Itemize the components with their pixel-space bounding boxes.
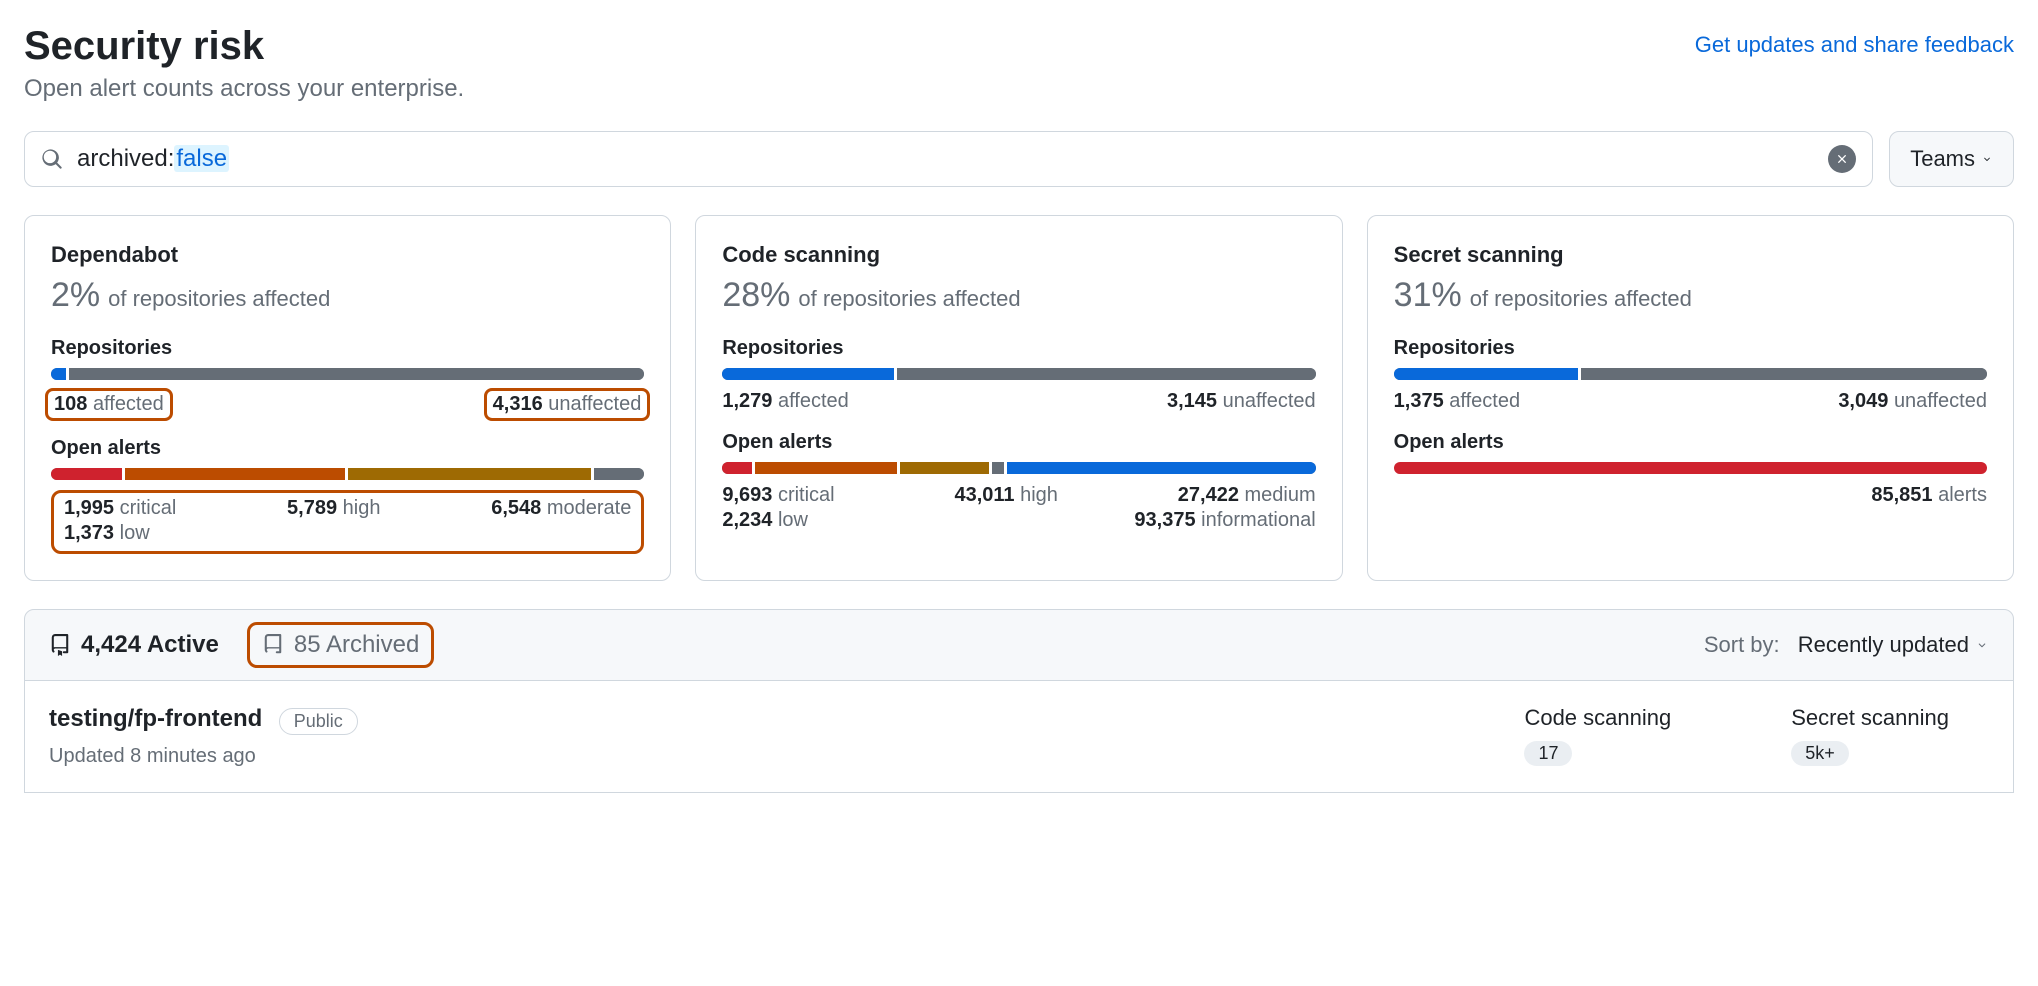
repositories-bar bbox=[1394, 368, 1987, 380]
card-title: Code scanning bbox=[722, 242, 1315, 268]
affected-stat[interactable]: 1,279 affected bbox=[722, 390, 848, 413]
sort-dropdown[interactable]: Sort by: Recently updated bbox=[1704, 632, 1989, 658]
visibility-badge: Public bbox=[279, 708, 358, 735]
critical-stat[interactable]: 9,693 critical bbox=[722, 484, 834, 507]
card-code-scanning: Code scanning 28% of repositories affect… bbox=[695, 215, 1342, 581]
repositories-label: Repositories bbox=[722, 337, 1315, 360]
repo-icon bbox=[49, 634, 71, 656]
feedback-link[interactable]: Get updates and share feedback bbox=[1695, 32, 2014, 58]
card-dependabot: Dependabot 2% of repositories affected R… bbox=[24, 215, 671, 581]
repo-updated: Updated 8 minutes ago bbox=[49, 745, 358, 768]
tab-active[interactable]: 4,424 Active bbox=[49, 631, 219, 659]
high-stat[interactable]: 43,011 high bbox=[954, 484, 1057, 507]
card-title: Secret scanning bbox=[1394, 242, 1987, 268]
open-alerts-label: Open alerts bbox=[51, 437, 644, 460]
alerts-breakdown[interactable]: 1,995 critical 5,789 high 6,548 moderate… bbox=[51, 490, 644, 554]
unaffected-stat[interactable]: 3,049 unaffected bbox=[1838, 390, 1987, 413]
archive-icon bbox=[262, 634, 284, 656]
informational-stat[interactable]: 93,375 informational bbox=[1134, 509, 1315, 532]
repo-list-header: 4,424 Active 85 Archived Sort by: Recent… bbox=[24, 609, 2014, 681]
repositories-bar bbox=[51, 368, 644, 380]
percent-affected: 31% bbox=[1394, 276, 1462, 315]
tab-archived[interactable]: 85 Archived bbox=[262, 631, 419, 659]
caret-down-icon bbox=[1975, 638, 1989, 652]
percent-affected: 2% bbox=[51, 276, 100, 315]
repo-secret-scanning-stat[interactable]: Secret scanning 5k+ bbox=[1791, 705, 1949, 766]
page-subtitle: Open alert counts across your enterprise… bbox=[24, 75, 464, 103]
open-alerts-label: Open alerts bbox=[1394, 431, 1987, 454]
repositories-bar bbox=[722, 368, 1315, 380]
repositories-label: Repositories bbox=[51, 337, 644, 360]
open-alerts-label: Open alerts bbox=[722, 431, 1315, 454]
teams-dropdown[interactable]: Teams bbox=[1889, 131, 2014, 187]
caret-down-icon bbox=[1981, 153, 1993, 165]
percent-affected: 28% bbox=[722, 276, 790, 315]
low-stat[interactable]: 2,234 low bbox=[722, 509, 808, 532]
repo-code-scanning-stat[interactable]: Code scanning 17 bbox=[1524, 705, 1671, 766]
unaffected-stat[interactable]: 4,316 unaffected bbox=[484, 388, 651, 421]
clear-search-button[interactable] bbox=[1828, 145, 1856, 173]
medium-stat[interactable]: 27,422 medium bbox=[1178, 484, 1316, 507]
open-alerts-bar bbox=[51, 468, 644, 480]
search-input[interactable]: archived:false bbox=[24, 131, 1873, 187]
card-secret-scanning: Secret scanning 31% of repositories affe… bbox=[1367, 215, 2014, 581]
affected-stat[interactable]: 1,375 affected bbox=[1394, 390, 1520, 413]
open-alerts-bar bbox=[1394, 462, 1987, 474]
unaffected-stat[interactable]: 3,145 unaffected bbox=[1167, 390, 1316, 413]
search-query: archived:false bbox=[77, 145, 1828, 173]
affected-stat[interactable]: 108 affected bbox=[45, 388, 173, 421]
repo-name[interactable]: testing/fp-frontend bbox=[49, 705, 262, 733]
close-icon bbox=[1835, 152, 1849, 166]
open-alerts-bar bbox=[722, 462, 1315, 474]
search-icon bbox=[41, 148, 63, 170]
card-title: Dependabot bbox=[51, 242, 644, 268]
alerts-stat[interactable]: 85,851 alerts bbox=[1871, 484, 1987, 507]
page-title: Security risk bbox=[24, 24, 464, 69]
repositories-label: Repositories bbox=[1394, 337, 1987, 360]
repo-list-item[interactable]: testing/fp-frontend Public Updated 8 min… bbox=[24, 681, 2014, 793]
